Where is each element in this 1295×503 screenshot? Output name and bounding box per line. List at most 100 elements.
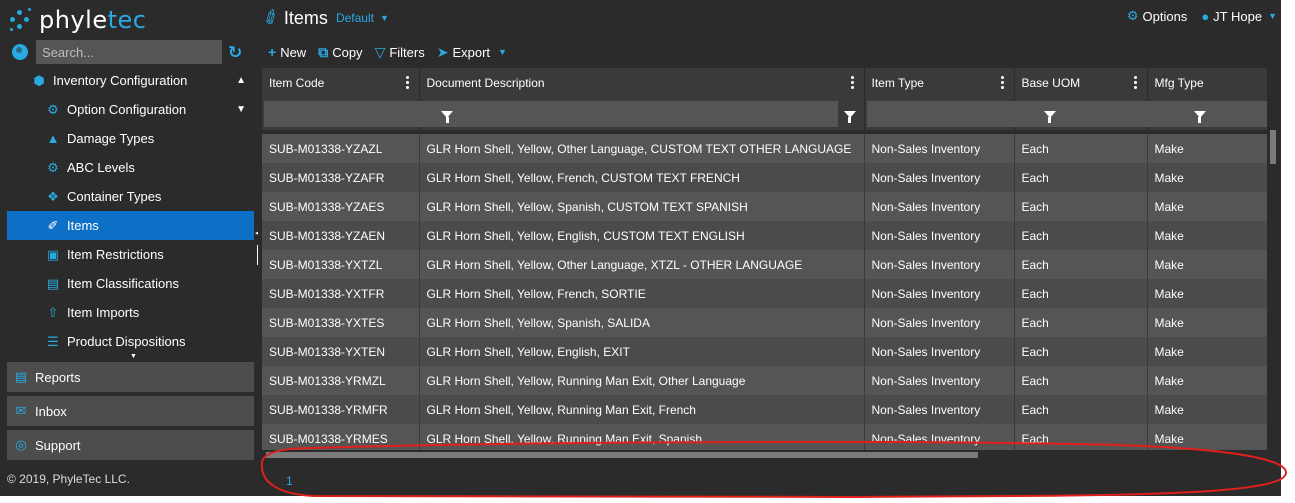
vertical-scrollbar[interactable] [1267,126,1279,450]
paperclip-icon: ✐ [259,4,285,32]
gear-icon: ⚙ [1126,8,1139,23]
cell-mfg-type: Make [1147,192,1267,221]
column-header-item-type[interactable]: Item Type [864,68,1015,98]
sidebar-item-reports[interactable]: ▤ Reports [7,362,254,394]
sidebar-item-label: Item Restrictions [67,247,164,262]
column-menu-icon[interactable] [1133,76,1137,89]
cell-mfg-type: Make [1147,163,1267,192]
chevron-up-icon[interactable]: ▲ [236,75,246,86]
cell-mfg-type: Make [1147,279,1267,308]
logo-icon [8,6,36,34]
column-header-document-description[interactable]: Document Description [419,68,865,98]
chevron-down-icon: ▼ [1268,11,1277,21]
cell-item-code: SUB-M01338-YZAES [262,192,420,221]
scroll-down-icon[interactable]: ▼ [130,353,137,360]
sidebar-item-label: Item Imports [67,305,140,320]
cube-icon: ⬢ [33,72,45,88]
toolbar: + New ⧉ Copy ▽ Filters ➤ Export ▼ [268,42,519,62]
table-row[interactable]: SUB-M01338-YXTZL GLR Horn Shell, Yellow, … [262,250,1267,279]
sidebar-item-label: Inventory Configuration [53,73,188,88]
filter-input-document-description[interactable] [421,101,838,127]
cell-item-type: Non-Sales Inventory [864,395,1015,424]
column-header-mfg-type[interactable]: Mfg Type [1147,68,1267,98]
cell-item-type: Non-Sales Inventory [864,192,1015,221]
cell-mfg-type: Make [1147,250,1267,279]
cell-base-uom: Each [1014,424,1148,453]
column-header-base-uom[interactable]: Base UOM [1014,68,1148,98]
scroll-thumb[interactable] [1270,130,1276,164]
column-menu-icon[interactable] [1000,76,1004,89]
sidebar-item-label: Inbox [35,403,67,419]
sidebar-item-item-restrictions[interactable]: ▣ Item Restrictions [7,240,254,269]
warning-icon: ▲ [46,131,60,146]
globe-icon[interactable] [12,44,28,60]
table-row[interactable]: SUB-M01338-YZAZL GLR Horn Shell, Yellow, … [262,134,1267,163]
cell-document-description: GLR Horn Shell, Yellow, Spanish, CUSTOM … [419,192,865,221]
filter-cell [1147,98,1267,130]
filter-icon[interactable] [838,101,862,127]
header-actions: ⚙ Options ● JT Hope ▼ [1113,8,1277,24]
new-label: New [280,44,307,60]
page-header: ✐ Items Default ▼ [260,5,389,31]
cell-mfg-type: Make [1147,337,1267,366]
page-title: Items [283,7,328,28]
upload-icon: ⇧ [47,304,59,320]
export-button[interactable]: ➤ Export ▼ [437,44,507,61]
page-number[interactable]: 1 [286,474,293,488]
sidebar-item-abc-levels[interactable]: ⚙ ABC Levels [7,153,254,182]
table-row[interactable]: SUB-M01338-YXTFR GLR Horn Shell, Yellow, … [262,279,1267,308]
sidebar-item-inventory-configuration[interactable]: ⬢ Inventory Configuration ▲ [7,66,254,95]
user-menu[interactable]: ● JT Hope ▼ [1201,9,1277,24]
sidebar-item-product-dispositions[interactable]: ☰ Product Dispositions [7,327,254,356]
sidebar-item-damage-types[interactable]: ▲ Damage Types [7,124,254,153]
table-row[interactable]: SUB-M01338-YZAFR GLR Horn Shell, Yellow, … [262,163,1267,192]
table-row[interactable]: SUB-M01338-YZAEN GLR Horn Shell, Yellow, … [262,221,1267,250]
inbox-icon: ✉ [15,403,27,418]
table-row[interactable]: SUB-M01338-YRMFR GLR Horn Shell, Yellow, … [262,395,1267,424]
sidebar-item-inbox[interactable]: ✉ Inbox [7,396,254,428]
table-row[interactable]: SUB-M01338-YZAES GLR Horn Shell, Yellow, … [262,192,1267,221]
sidebar-item-container-types[interactable]: ❖ Container Types [7,182,254,211]
cell-item-type: Non-Sales Inventory [864,279,1015,308]
sidebar-item-item-imports[interactable]: ⇧ Item Imports [7,298,254,327]
filter-input-item-code[interactable] [264,101,441,127]
table-row[interactable]: SUB-M01338-YXTEN GLR Horn Shell, Yellow, … [262,337,1267,366]
sidebar-item-label: Reports [35,369,81,385]
new-button[interactable]: + New [268,44,306,60]
column-header-item-code[interactable]: Item Code [262,68,420,98]
view-selector[interactable]: Default ▼ [336,11,389,25]
sidebar-item-items[interactable]: ✐ Items [7,211,254,240]
column-menu-icon[interactable] [850,76,854,89]
cell-item-code: SUB-M01338-YRMZL [262,366,420,395]
horizontal-scrollbar[interactable] [262,450,1267,460]
cell-item-type: Non-Sales Inventory [864,424,1015,453]
cell-mfg-type: Make [1147,221,1267,250]
chevron-down-icon[interactable]: ▼ [236,104,246,115]
sidebar-item-label: Option Configuration [67,102,187,117]
cell-document-description: GLR Horn Shell, Yellow, French, SORTIE [419,279,865,308]
cell-document-description: GLR Horn Shell, Yellow, English, EXIT [419,337,865,366]
filters-button[interactable]: ▽ Filters [375,44,425,61]
table-row[interactable]: SUB-M01338-YRMES GLR Horn Shell, Yellow, … [262,424,1267,453]
refresh-icon[interactable]: ↻ [228,44,242,61]
sidebar-item-option-configuration[interactable]: ⚙ Option Configuration ▼ [7,95,254,124]
brand-logo[interactable]: phyletec [8,4,146,36]
table-row[interactable]: SUB-M01338-YRMZL GLR Horn Shell, Yellow, … [262,366,1267,395]
pager: 1 [258,462,1281,496]
paperclip-icon: ✐ [47,217,59,233]
sidebar-item-support[interactable]: ◎ Support [7,430,254,462]
chevron-down-icon: ▼ [379,13,389,23]
options-button[interactable]: ⚙ Options [1127,8,1187,24]
copy-button[interactable]: ⧉ Copy [318,44,362,61]
table-row[interactable]: SUB-M01338-YXTES GLR Horn Shell, Yellow, … [262,308,1267,337]
filter-input-mfg-type[interactable] [1149,101,1267,127]
sidebar-item-item-classifications[interactable]: ▤ Item Classifications [7,269,254,298]
scroll-thumb[interactable] [266,452,978,458]
search-input[interactable] [36,40,222,64]
cell-item-type: Non-Sales Inventory [864,163,1015,192]
search-row: ↻ [8,40,248,64]
cell-document-description: GLR Horn Shell, Yellow, Other Language, … [419,134,865,163]
cell-base-uom: Each [1014,192,1148,221]
chevron-down-icon: ▼ [498,47,507,57]
column-menu-icon[interactable] [405,76,409,89]
